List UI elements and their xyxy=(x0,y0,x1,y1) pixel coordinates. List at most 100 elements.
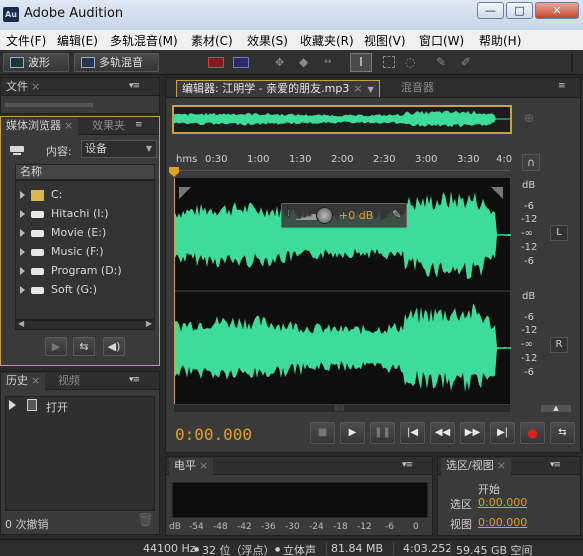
trash-icon[interactable]: 🗑 xyxy=(137,513,154,528)
record-button[interactable]: ● xyxy=(520,422,545,444)
tab-history[interactable]: 历史 × xyxy=(1,373,46,390)
lasso-tool-icon[interactable]: ◌ xyxy=(405,55,415,69)
spectral-pitch-icon[interactable] xyxy=(233,57,249,68)
snap-magnet-icon[interactable]: ∩ xyxy=(522,154,540,171)
tab-levels[interactable]: 电平 × xyxy=(169,458,214,475)
menu-help[interactable]: 帮助(H) xyxy=(479,32,521,49)
tab-effects-rack[interactable]: 效果夹 xyxy=(87,118,130,135)
multitrack-view-button[interactable]: 多轨混音 xyxy=(74,53,159,72)
spot-healing-icon[interactable]: ✐ xyxy=(461,55,471,69)
history-item-open[interactable]: 打开 xyxy=(46,399,68,415)
tab-video[interactable]: 视频 xyxy=(53,373,85,390)
menu-edit[interactable]: 编辑(E) xyxy=(57,32,98,49)
channel-right-toggle[interactable]: R xyxy=(550,337,568,353)
menu-effects[interactable]: 效果(S) xyxy=(247,32,288,49)
maximize-button[interactable]: □ xyxy=(506,2,533,19)
close-button[interactable]: ✕ xyxy=(535,2,579,19)
ruler-label: 2:30 xyxy=(373,154,396,165)
levels-tab-close-icon[interactable]: × xyxy=(199,459,208,472)
play-button[interactable]: ▶ xyxy=(340,422,365,444)
rewind-button[interactable]: ◀◀ xyxy=(430,422,455,444)
vertical-zoom-icon[interactable]: ▲ xyxy=(541,405,571,412)
expand-icon[interactable] xyxy=(20,248,25,256)
next-button[interactable]: ▶| xyxy=(490,422,515,444)
panel-menu-icon[interactable]: ≡ xyxy=(135,120,142,130)
horizontal-scrollbar[interactable]: ◀ ▶ xyxy=(15,319,155,330)
menu-clip[interactable]: 素材(C) xyxy=(191,32,233,49)
scroll-grip-icon[interactable]: ||||| xyxy=(334,406,354,412)
list-item[interactable]: Program (D:) xyxy=(20,261,122,280)
panel-menu-icon[interactable]: ▾≡ xyxy=(129,375,140,385)
slip-tool-icon[interactable]: ↔ xyxy=(324,57,332,67)
panel-menu-icon[interactable]: ▾≡ xyxy=(129,81,140,91)
previous-button[interactable]: |◀ xyxy=(400,422,425,444)
zoom-navigator-icon[interactable]: ⊕ xyxy=(524,111,534,125)
current-time-display[interactable]: 0:00.000 xyxy=(175,425,252,444)
list-item[interactable]: Soft (G:) xyxy=(20,280,97,299)
brush-tool-icon[interactable]: ✎ xyxy=(436,55,446,69)
waveform-display[interactable]: ⁞ ▁▂▃▅ +0 dB ✎ xyxy=(174,178,511,404)
tab-editor[interactable]: 编辑器: 江明学 - 亲爱的朋友.mp3 × ▼ xyxy=(176,80,380,97)
overview-navigator[interactable] xyxy=(172,105,512,134)
volume-value[interactable]: +0 dB xyxy=(339,209,373,222)
panel-menu-icon[interactable]: ▾≡ xyxy=(402,460,413,470)
channel-left-toggle[interactable]: L xyxy=(550,225,568,241)
waveform-scrollbar[interactable]: ||||| xyxy=(174,405,510,412)
scroll-left-icon[interactable]: ◀ xyxy=(18,319,24,328)
editor-tab-close-icon[interactable]: × xyxy=(353,82,362,95)
move-tool-icon[interactable]: ✥ xyxy=(275,56,284,69)
volume-knob-icon[interactable] xyxy=(316,207,333,224)
volume-hud[interactable]: ⁞ ▁▂▃▅ +0 dB ✎ xyxy=(281,203,407,228)
files-scrollbar[interactable] xyxy=(5,103,93,107)
stop-button[interactable]: ■ xyxy=(310,422,335,444)
expand-icon[interactable] xyxy=(20,191,25,199)
spectral-frequency-icon[interactable] xyxy=(208,57,224,68)
expand-icon[interactable] xyxy=(20,229,25,237)
selection-start-value[interactable]: 0:00.000 xyxy=(478,496,527,509)
drag-handle-icon[interactable]: ⁞ xyxy=(287,209,290,219)
play-preview-button[interactable]: ▶ xyxy=(45,337,67,356)
level-bars-icon: ▁▂▃▅ xyxy=(296,211,318,220)
content-dropdown[interactable]: 设备 ▼ xyxy=(81,140,157,158)
list-item[interactable]: C: xyxy=(20,185,62,204)
selection-tab-close-icon[interactable]: × xyxy=(497,459,506,472)
waveform-view-button[interactable]: 波形 xyxy=(3,53,69,72)
scroll-right-icon[interactable]: ▶ xyxy=(146,319,152,328)
tab-selection-view[interactable]: 选区/视图 × xyxy=(441,458,511,475)
tab-media-browser[interactable]: 媒体浏览器 × xyxy=(1,118,79,135)
razor-tool-icon[interactable]: ◆ xyxy=(299,55,308,69)
list-item[interactable]: Movie (E:) xyxy=(20,223,106,242)
pin-icon[interactable]: ✎ xyxy=(392,208,401,221)
view-start-value[interactable]: 0:00.000 xyxy=(478,516,527,529)
time-ruler[interactable]: hms 0:30 1:00 1:30 2:00 2:30 3:00 3:30 4… xyxy=(174,153,512,175)
browser-tab-close-icon[interactable]: × xyxy=(64,119,73,132)
panel-menu-icon[interactable]: ≡ xyxy=(558,81,565,91)
loop-preview-button[interactable]: ⇆ xyxy=(73,337,95,356)
tab-files[interactable]: 文件 × xyxy=(1,79,45,96)
expand-icon[interactable] xyxy=(20,267,25,275)
pause-button[interactable]: ❚❚ xyxy=(370,422,395,444)
panel-menu-icon[interactable]: ▾≡ xyxy=(550,460,561,470)
menu-window[interactable]: 窗口(W) xyxy=(419,32,464,49)
minimize-button[interactable]: — xyxy=(477,2,504,19)
marquee-tool-icon[interactable] xyxy=(383,56,395,68)
list-item[interactable]: Music (F:) xyxy=(20,242,104,261)
menu-multitrack[interactable]: 多轨混音(M) xyxy=(110,32,178,49)
expand-icon[interactable] xyxy=(20,286,25,294)
column-header-name[interactable]: 名称 xyxy=(15,164,155,180)
fast-forward-button[interactable]: ▶▶ xyxy=(460,422,485,444)
list-item[interactable]: Hitachi (I:) xyxy=(20,204,109,223)
menu-view[interactable]: 视图(V) xyxy=(364,32,406,49)
time-selection-tool-icon[interactable]: I xyxy=(350,53,372,72)
level-scale: dB -54 -48 -42 -36 -30 -24 -18 -12 -6 0 xyxy=(169,522,419,532)
auto-play-button[interactable]: ◀) xyxy=(103,337,125,356)
menu-file[interactable]: 文件(F) xyxy=(6,32,46,49)
history-tab-close-icon[interactable]: × xyxy=(31,374,40,387)
expand-icon[interactable] xyxy=(20,210,25,218)
files-tab-close-icon[interactable]: × xyxy=(31,80,40,93)
chevron-down-icon[interactable]: ▼ xyxy=(368,85,374,94)
menu-favorites[interactable]: 收藏夹(R) xyxy=(300,32,354,49)
playhead-marker-icon[interactable] xyxy=(169,167,179,177)
tab-mixer[interactable]: 混音器 xyxy=(396,80,439,97)
loop-button[interactable]: ⇆ xyxy=(550,422,575,444)
